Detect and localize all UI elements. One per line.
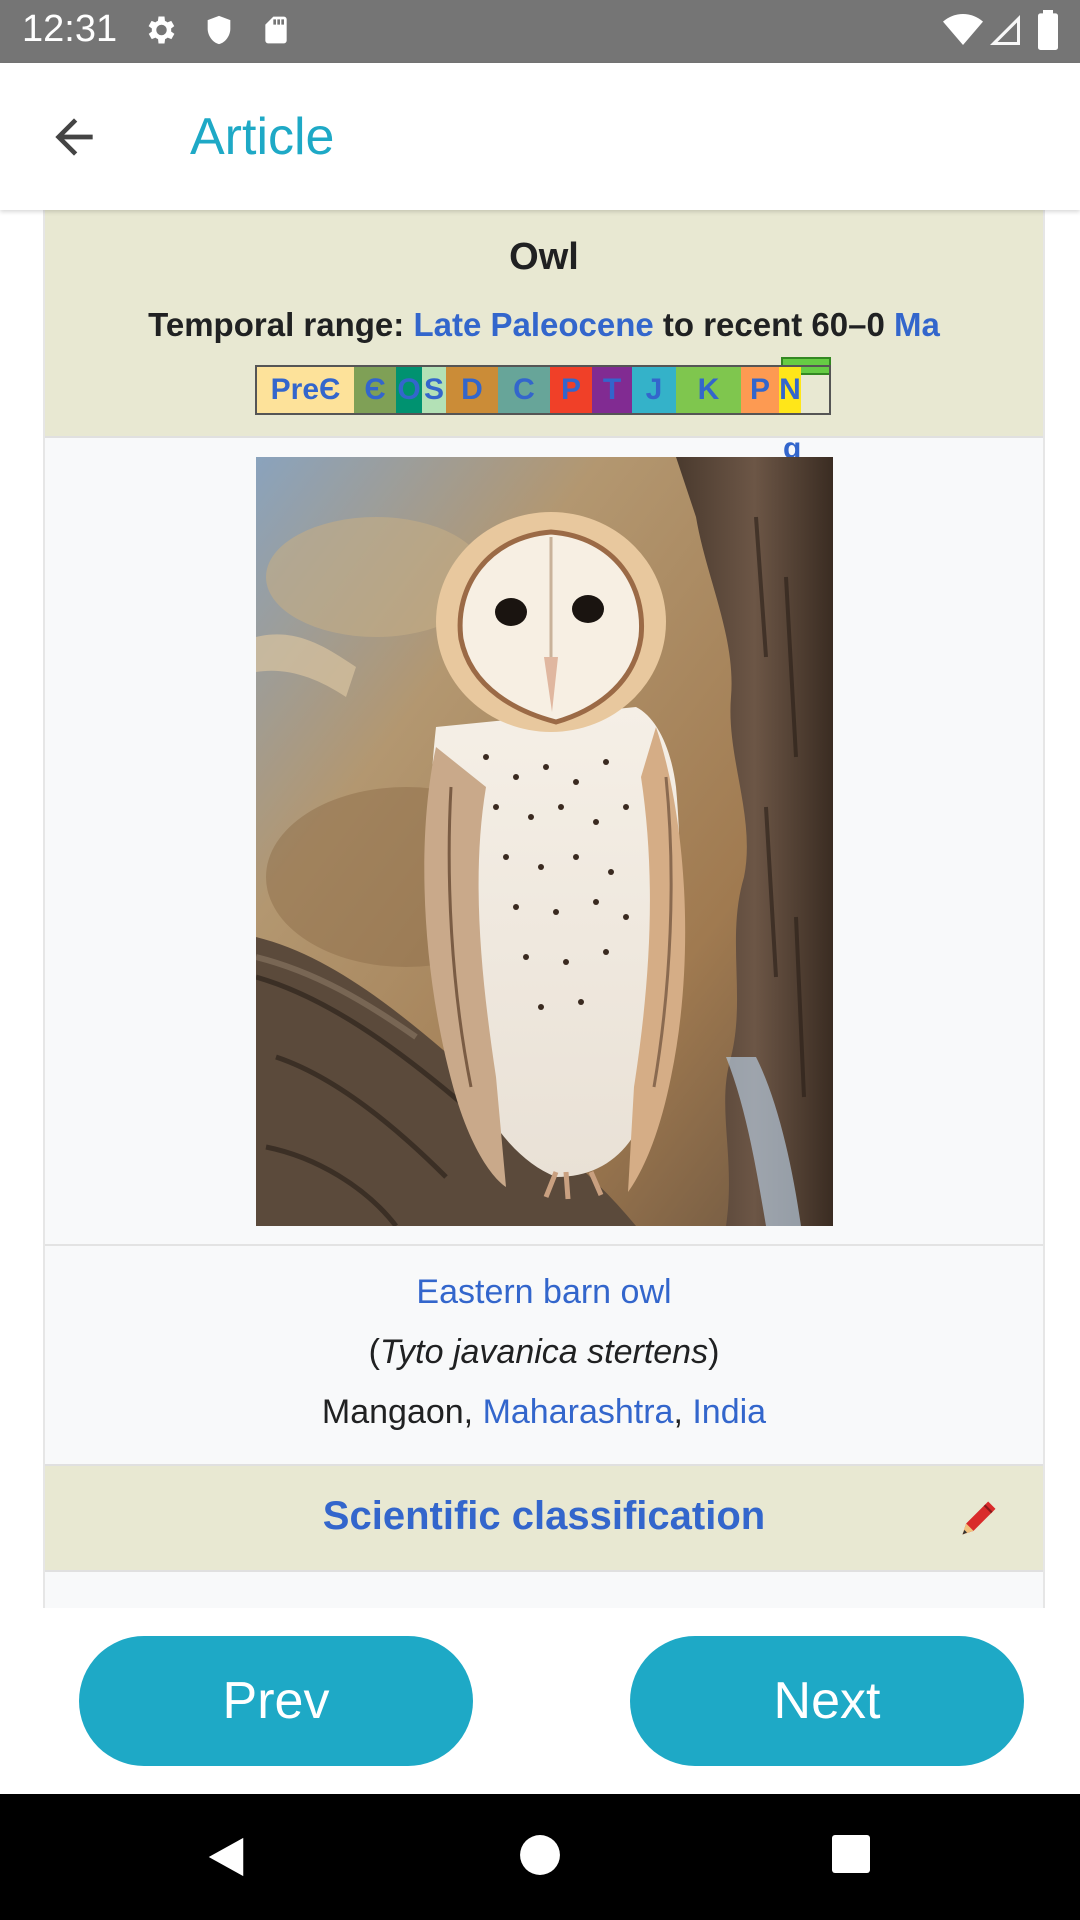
timeline-segment[interactable]: S bbox=[422, 367, 446, 413]
status-time: 12:31 bbox=[22, 8, 118, 50]
article-content[interactable]: Owl Temporal range: Late Paleocene to re… bbox=[0, 210, 1080, 1608]
geologic-timeline: PreЄ Є O S D C P T J K P N bbox=[255, 365, 831, 415]
next-button[interactable]: Next bbox=[630, 1636, 1024, 1766]
scientific-classification-label[interactable]: Scientific classification bbox=[45, 1494, 1043, 1539]
infobox-divider bbox=[45, 1244, 1043, 1246]
timeline-segment[interactable]: O bbox=[396, 367, 422, 413]
timeline-segment[interactable]: P bbox=[741, 367, 779, 413]
timeline-segment[interactable]: Є bbox=[354, 367, 396, 413]
gear-icon bbox=[148, 16, 175, 44]
temporal-label: Temporal range: bbox=[148, 306, 405, 343]
page-title: Article bbox=[190, 108, 335, 166]
sd-card-icon bbox=[265, 16, 287, 44]
infobox-title: Owl bbox=[509, 236, 579, 278]
timeline-segment[interactable]: T bbox=[592, 367, 632, 413]
timeline-segment[interactable]: J bbox=[632, 367, 676, 413]
app-bar: Article bbox=[0, 63, 1080, 210]
caption-link-india[interactable]: India bbox=[692, 1393, 766, 1431]
photo-caption: Eastern barn owl (Tyto javanica stertens… bbox=[45, 1262, 1043, 1442]
temporal-link-ma[interactable]: Ma bbox=[894, 306, 940, 343]
nav-recents-icon[interactable] bbox=[831, 1834, 871, 1874]
status-bar: 12:31 bbox=[0, 0, 1080, 63]
caption-location-text: Mangaon, bbox=[321, 1393, 483, 1431]
shield-icon bbox=[207, 15, 231, 45]
owl-photo[interactable] bbox=[256, 457, 833, 1226]
caption-link-maharashtra[interactable]: Maharashtra bbox=[483, 1393, 674, 1431]
caption-location-separator: , bbox=[673, 1393, 693, 1431]
nav-back-icon[interactable] bbox=[204, 1834, 248, 1880]
temporal-middle-text: to recent 60–0 bbox=[653, 306, 894, 343]
caption-open-paren: ( bbox=[368, 1333, 380, 1371]
temporal-range: Temporal range: Late Paleocene to recent… bbox=[45, 306, 1043, 344]
timeline-segment[interactable]: P bbox=[550, 367, 592, 413]
timeline-segment[interactable]: D bbox=[446, 367, 498, 413]
arrow-back-icon[interactable] bbox=[44, 109, 104, 165]
cell-signal-icon bbox=[990, 15, 1020, 45]
infobox-header: Owl Temporal range: Late Paleocene to re… bbox=[45, 210, 1043, 465]
prev-button[interactable]: Prev bbox=[79, 1636, 473, 1766]
wifi-icon bbox=[943, 14, 983, 45]
battery-icon bbox=[1038, 10, 1058, 50]
system-nav-bar bbox=[0, 1794, 1080, 1920]
caption-close-paren: ) bbox=[708, 1333, 720, 1371]
bottom-button-bar: Prev Next bbox=[0, 1608, 1080, 1794]
pencil-icon[interactable] bbox=[957, 1496, 1001, 1540]
timeline-segment[interactable]: C bbox=[498, 367, 550, 413]
caption-scientific-name: Tyto javanica stertens bbox=[379, 1333, 709, 1371]
temporal-link-late-paleocene[interactable]: Late Paleocene bbox=[413, 306, 653, 343]
timeline-segment[interactable]: PreЄ bbox=[257, 367, 354, 413]
scientific-classification-header[interactable]: Scientific classification bbox=[45, 1464, 1043, 1572]
infobox: Owl Temporal range: Late Paleocene to re… bbox=[43, 210, 1045, 1608]
caption-link-eastern-barn-owl[interactable]: Eastern barn owl bbox=[416, 1273, 671, 1311]
nav-home-icon[interactable] bbox=[519, 1834, 561, 1876]
timeline-segment[interactable]: N bbox=[779, 367, 801, 413]
timeline-segment[interactable]: K bbox=[676, 367, 741, 413]
